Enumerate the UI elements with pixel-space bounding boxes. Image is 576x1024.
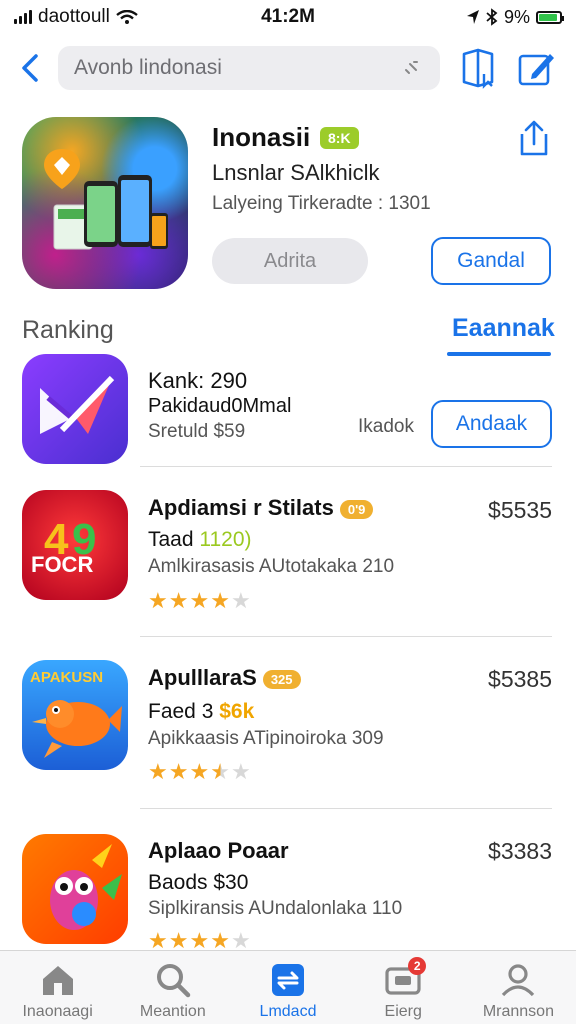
- pink-monster-icon: [50, 844, 122, 930]
- back-chevron-icon[interactable]: [14, 48, 48, 88]
- rating-star: ★: [148, 588, 169, 613]
- location-arrow-icon: [466, 10, 479, 24]
- app-3-title: ApulllaraS 325: [148, 665, 301, 691]
- app-icon-3[interactable]: APAKUSN: [22, 660, 128, 770]
- tab-account[interactable]: Mrannson: [461, 951, 576, 1024]
- rating-star: ★: [189, 588, 211, 613]
- rating-star: ★: [230, 588, 252, 613]
- rating-star: ★: [168, 588, 190, 613]
- nav-bar: Avonb lindonasi: [0, 40, 576, 96]
- tab-account-label: Mrannson: [482, 1003, 554, 1020]
- battery-percent: 9%: [503, 6, 530, 27]
- status-bar: daottoull 41:2M 9%: [0, 0, 576, 34]
- search-field[interactable]: Avonb lindonasi: [58, 46, 440, 90]
- tab-apps-label: Lmdacd: [259, 1003, 317, 1020]
- rating-star: ★: [168, 759, 190, 784]
- ribbon-logo-icon: [40, 375, 115, 434]
- featured-app-title: Inonasii: [212, 122, 311, 152]
- compose-icon[interactable]: [516, 46, 556, 90]
- battery-level: [539, 13, 557, 21]
- wifi-icon: [116, 10, 138, 24]
- app-3-subtitle-highlight: $6k: [219, 700, 255, 723]
- bluetooth-icon: [486, 8, 498, 26]
- app-1-title: Kank: 290: [148, 368, 248, 393]
- rating-star: ★: [189, 759, 211, 784]
- home-icon: [42, 966, 73, 995]
- bookmark-icon[interactable]: [458, 46, 498, 90]
- signal-icon: [14, 10, 32, 24]
- app-4-price[interactable]: $3383: [488, 838, 552, 865]
- game-logo-icon: 4 9FOCR: [31, 515, 96, 577]
- tab-apps[interactable]: Lmdacd: [230, 951, 345, 1024]
- status-left: daottoull: [14, 6, 204, 28]
- tab-search-label: Meantion: [139, 1003, 206, 1020]
- search-input[interactable]: Avonb lindonasi: [74, 56, 400, 80]
- search-icon: [156, 964, 191, 998]
- app-icon-2[interactable]: 4 9 FOCR: [22, 490, 128, 600]
- tab-home-label: Inaonaagi: [22, 1003, 93, 1020]
- row-divider: [140, 466, 552, 467]
- app-3-rating: ★★★★★: [148, 759, 252, 785]
- updates-badge: 2: [408, 957, 427, 975]
- tab-home[interactable]: Inaonaagi: [0, 951, 115, 1024]
- app-3-details: Apikkaasis ATipinoiroka 309: [148, 728, 384, 749]
- inbox-icon-wrap: 2: [384, 957, 427, 999]
- app-1-price-text: Sretuld $59: [148, 421, 246, 442]
- fish-character-icon: APAKUSN: [30, 669, 122, 758]
- tab-updates-label: Eierg: [384, 1003, 422, 1020]
- apps-icon: [272, 964, 304, 996]
- app-2-details: Amlkirasasis AUtotakaka 210: [148, 556, 395, 577]
- phones-illustration: [44, 149, 168, 250]
- featured-get-button[interactable]: Gandal: [431, 237, 551, 285]
- app-2-subtitle-highlight: 1120): [199, 528, 252, 551]
- rating-star: ★: [210, 759, 231, 784]
- tab-bar: Inaonaagi Meantion Lmdacd 2 Eierg Mranns…: [0, 950, 576, 1024]
- app-2-title-text: Apdiamsi r Stilats: [148, 495, 334, 520]
- featured-app-meta: Lalyeing Tirkeradte : 1301: [212, 193, 431, 214]
- status-time: 41:2M: [261, 6, 315, 27]
- svg-text:FOCR: FOCR: [31, 552, 93, 577]
- section-see-all-link[interactable]: Eaannak: [452, 314, 555, 343]
- scan-icon[interactable]: [400, 56, 424, 80]
- app-3-subtitle: Faed 3 $6k: [148, 700, 254, 724]
- app-2-rating: ★★★★★: [148, 588, 252, 614]
- person-icon: [502, 964, 535, 997]
- tab-search[interactable]: Meantion: [115, 951, 230, 1024]
- featured-app-badge: 8:K: [320, 127, 359, 149]
- status-right: 9%: [372, 6, 564, 28]
- row-divider: [140, 636, 552, 637]
- app-2-subtitle: Taad 1120): [148, 528, 252, 552]
- app-1-subtitle: Pakidaud0Mmal: [148, 395, 292, 417]
- featured-app-subtitle: Lnsnlar SAlkhiclk: [212, 160, 380, 185]
- tab-updates[interactable]: 2 Eierg: [346, 951, 461, 1024]
- share-icon[interactable]: [514, 118, 552, 158]
- rating-star: ★: [210, 588, 231, 613]
- app-2-badge: 0'9: [339, 499, 374, 519]
- rating-star: ★: [230, 759, 252, 784]
- featured-secondary-button[interactable]: Adrita: [212, 238, 368, 284]
- row-divider: [140, 808, 552, 809]
- app-4-subtitle: Baods $30: [148, 871, 249, 894]
- app-1-side-label: Ikadok: [358, 416, 414, 437]
- battery-icon: [536, 10, 564, 24]
- app-icon-4[interactable]: [22, 834, 128, 944]
- app-3-badge: 325: [262, 669, 301, 689]
- app-2-price[interactable]: $5535: [488, 497, 552, 524]
- carrier-name: daottoull: [38, 6, 110, 27]
- svg-text:APAKUSN: APAKUSN: [30, 669, 103, 686]
- app-3-price[interactable]: $5385: [488, 666, 552, 693]
- rating-star: ★: [148, 759, 169, 784]
- app-2-title: Apdiamsi r Stilats 0'9: [148, 495, 374, 521]
- app-3-subtitle-prefix: Faed 3: [148, 700, 220, 723]
- app-2-subtitle-prefix: Taad: [148, 528, 200, 551]
- featured-app-icon[interactable]: [22, 117, 188, 289]
- app-icon-1[interactable]: [22, 354, 128, 464]
- app-4-title: Aplaao Poaar: [148, 838, 289, 863]
- app-3-title-text: ApulllaraS: [148, 665, 257, 690]
- section-link-underline: [447, 352, 551, 356]
- section-title: Ranking: [22, 316, 114, 344]
- app-4-details: Siplkiransis AUndalonlaka 110: [148, 898, 403, 919]
- app-1-get-button[interactable]: Andaak: [431, 400, 552, 448]
